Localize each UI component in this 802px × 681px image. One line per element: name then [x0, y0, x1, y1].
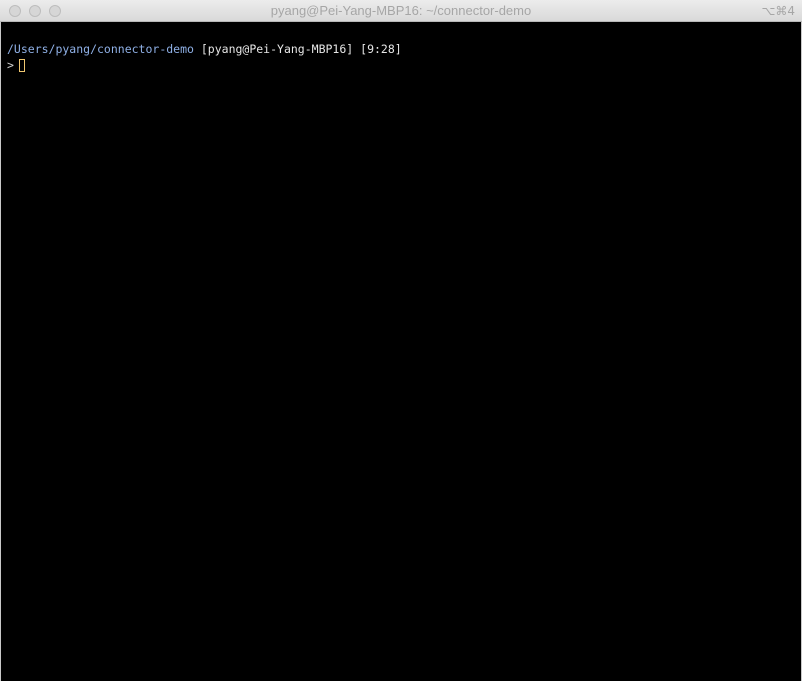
- prompt-symbol: >: [7, 58, 14, 72]
- terminal-window[interactable]: pyang@Pei-Yang-MBP16: ~/connector-demo ⌥…: [0, 0, 802, 681]
- title-bar[interactable]: pyang@Pei-Yang-MBP16: ~/connector-demo ⌥…: [0, 0, 802, 22]
- prompt-time: [9:28]: [360, 42, 402, 56]
- user-host: [pyang@Pei-Yang-MBP16]: [200, 42, 354, 56]
- window-title: pyang@Pei-Yang-MBP16: ~/connector-demo: [270, 3, 532, 18]
- prompt-info-line: /Users/pyang/connector-demo [pyang@Pei-Y…: [7, 41, 402, 57]
- current-directory: /Users/pyang/connector-demo: [7, 42, 194, 56]
- text-cursor: [18, 59, 25, 72]
- command-line[interactable]: >: [7, 57, 25, 73]
- window-shortcut: ⌥⌘4: [761, 4, 795, 18]
- terminal-content[interactable]: /Users/pyang/connector-demo [pyang@Pei-Y…: [0, 22, 802, 681]
